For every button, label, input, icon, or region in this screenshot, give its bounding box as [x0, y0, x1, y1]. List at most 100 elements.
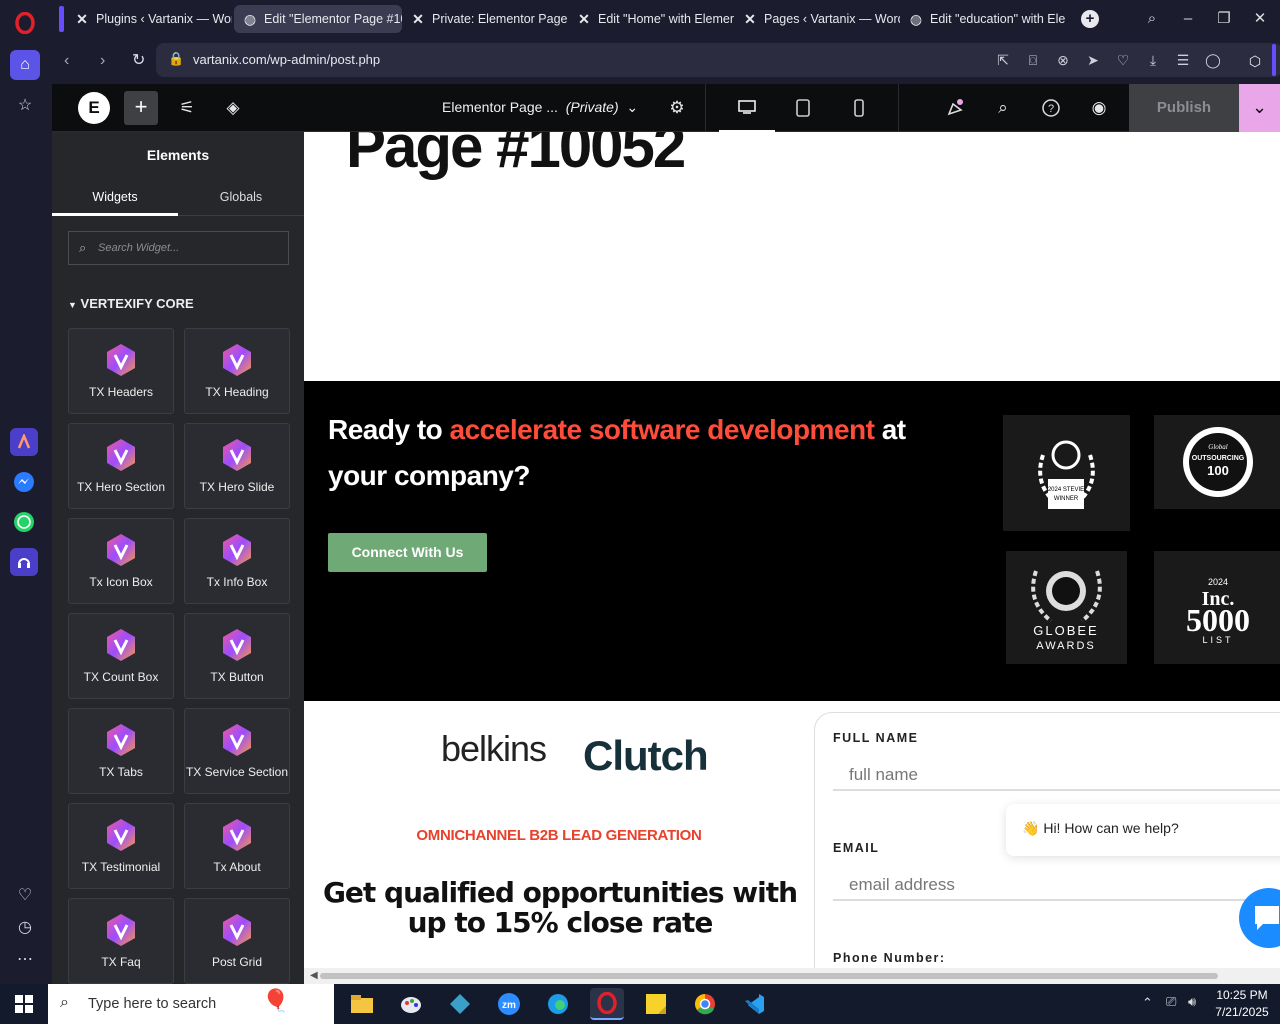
- cta-section[interactable]: Ready to accelerate software development…: [304, 381, 1280, 701]
- widget-card[interactable]: TX Tabs: [68, 708, 174, 794]
- site-settings-icon[interactable]: ⚟: [172, 84, 202, 132]
- widget-card[interactable]: Tx About: [184, 803, 290, 889]
- new-tab-button[interactable]: +: [1081, 10, 1099, 28]
- url-text[interactable]: vartanix.com/wp-admin/post.php: [193, 52, 380, 67]
- vertexify-logo-icon: [223, 534, 251, 566]
- tab-globals[interactable]: Globals: [178, 178, 304, 216]
- paint-app-icon[interactable]: [394, 988, 428, 1020]
- tab-edit-education[interactable]: ◍ Edit "education" with Elem: [900, 5, 1066, 33]
- taskbar-search-box[interactable]: ⌕ Type here to search 🎈: [48, 984, 334, 1024]
- windows-start-icon[interactable]: [6, 988, 42, 1020]
- heart-icon[interactable]: ♡: [10, 880, 40, 910]
- page-settings-gear-icon[interactable]: ⚙: [662, 84, 692, 132]
- star-icon[interactable]: ☆: [10, 90, 40, 120]
- share-icon[interactable]: ⇱: [994, 52, 1012, 69]
- opera-taskbar-icon[interactable]: [590, 988, 624, 1020]
- browser-sidebar: ⌂ ☆ ♡ ◷ ⋯: [0, 0, 52, 984]
- adblock-icon[interactable]: ⊗: [1054, 52, 1072, 69]
- widget-card[interactable]: Tx Icon Box: [68, 518, 174, 604]
- tray-chevron-icon[interactable]: ⌃: [1142, 995, 1153, 1011]
- extensions-icon[interactable]: ⬡: [1242, 48, 1268, 74]
- network-icon[interactable]: ⎚: [1166, 994, 1176, 1010]
- globe-icon: ◍: [243, 10, 257, 27]
- easy-setup-icon[interactable]: ☰: [1174, 52, 1192, 69]
- edge-browser-icon[interactable]: [541, 988, 575, 1020]
- publish-options-chevron-icon[interactable]: ⌄: [1239, 84, 1280, 132]
- preview-eye-icon[interactable]: ◉: [1084, 84, 1114, 132]
- cta-heading[interactable]: Ready to accelerate software development…: [328, 407, 928, 499]
- help-icon[interactable]: ?: [1036, 84, 1066, 132]
- widget-card[interactable]: Tx Info Box: [184, 518, 290, 604]
- restore-button[interactable]: ❐: [1213, 8, 1235, 30]
- widget-card[interactable]: TX Button: [184, 613, 290, 699]
- widget-card[interactable]: TX Faq: [68, 898, 174, 984]
- widget-card[interactable]: TX Hero Section: [68, 423, 174, 509]
- more-icon[interactable]: ⋯: [10, 944, 40, 974]
- aria-icon[interactable]: [10, 428, 38, 456]
- heart-bookmark-icon[interactable]: ♡: [1114, 52, 1132, 69]
- publish-button[interactable]: Publish: [1129, 84, 1239, 132]
- horizontal-scrollbar[interactable]: ◀: [304, 968, 1280, 984]
- eyebrow-text[interactable]: OMNICHANNEL B2B LEAD GENERATION: [304, 827, 814, 844]
- add-element-button[interactable]: +: [124, 91, 158, 125]
- history-icon[interactable]: ◷: [10, 912, 40, 942]
- minimize-button[interactable]: –: [1177, 8, 1199, 30]
- widget-card[interactable]: TX Hero Slide: [184, 423, 290, 509]
- notifications-icon[interactable]: [940, 84, 970, 132]
- search-tabs-icon[interactable]: ⌕: [1141, 8, 1163, 30]
- full-name-input[interactable]: full name: [833, 753, 1280, 791]
- tablet-view-icon[interactable]: [775, 84, 831, 132]
- structure-layers-icon[interactable]: ◈: [218, 84, 248, 132]
- page-heading[interactable]: Page #10052: [346, 132, 686, 181]
- elementor-logo-icon[interactable]: E: [78, 92, 110, 124]
- wave-icon: 👋: [1022, 820, 1040, 836]
- page-title[interactable]: Elementor Page ... (Private) ⌄: [442, 99, 638, 116]
- widget-card[interactable]: TX Heading: [184, 328, 290, 414]
- scroll-left-arrow-icon[interactable]: ◀: [310, 970, 318, 981]
- opera-logo-icon[interactable]: [10, 8, 40, 38]
- forward-button[interactable]: ›: [100, 52, 105, 70]
- tab-pages[interactable]: ✕ Pages ‹ Vartanix — WordP: [734, 5, 900, 33]
- address-bar[interactable]: 🔒 vartanix.com/wp-admin/post.php ⇱ ⌼ ⊗ ➤…: [156, 43, 1280, 77]
- volume-icon[interactable]: 🔊︎: [1188, 994, 1196, 1010]
- whatsapp-icon[interactable]: [10, 508, 38, 536]
- scrollbar-thumb[interactable]: [320, 973, 1218, 979]
- chat-bubble[interactable]: 👋 Hi! How can we help?: [1006, 804, 1280, 856]
- connect-with-us-button[interactable]: Connect With Us: [328, 533, 487, 572]
- widget-card[interactable]: Post Grid: [184, 898, 290, 984]
- back-button[interactable]: ‹: [64, 52, 69, 70]
- close-window-button[interactable]: ✕: [1249, 8, 1271, 30]
- sticky-notes-icon[interactable]: [639, 988, 673, 1020]
- tab-private-elementor-page[interactable]: ✕ Private: Elementor Page #: [402, 5, 568, 33]
- mobile-view-icon[interactable]: [831, 84, 887, 132]
- desktop-view-icon[interactable]: [719, 84, 775, 132]
- profile-icon[interactable]: ◯: [1204, 52, 1222, 69]
- app-diamond-icon[interactable]: [443, 988, 477, 1020]
- search-highlight-image-icon: 🎈: [262, 988, 290, 1013]
- tab-plugins[interactable]: ✕ Plugins ‹ Vartanix — Word: [66, 5, 232, 33]
- search-icon[interactable]: ⌕: [988, 84, 1018, 132]
- widget-card[interactable]: TX Service Section: [184, 708, 290, 794]
- vscode-icon[interactable]: [737, 988, 771, 1020]
- widget-card[interactable]: TX Testimonial: [68, 803, 174, 889]
- camera-icon[interactable]: ⌼: [1024, 52, 1042, 69]
- category-header[interactable]: ▼ VERTEXIFY CORE: [68, 296, 194, 311]
- download-icon[interactable]: ⤓: [1144, 52, 1162, 69]
- email-input[interactable]: email address: [833, 863, 1280, 901]
- clock[interactable]: 10:25 PM 7/21/2025: [1212, 987, 1272, 1021]
- chrome-icon[interactable]: [688, 988, 722, 1020]
- zoom-app-icon[interactable]: zm: [492, 988, 526, 1020]
- lead-headline[interactable]: Get qualified opportunities with up to 1…: [318, 878, 802, 938]
- tab-edit-home[interactable]: ✕ Edit "Home" with Element: [568, 5, 734, 33]
- widget-card[interactable]: TX Count Box: [68, 613, 174, 699]
- file-explorer-icon[interactable]: [345, 988, 379, 1020]
- widget-card[interactable]: TX Headers: [68, 328, 174, 414]
- messenger-icon[interactable]: [10, 468, 38, 496]
- search-widget-input[interactable]: ⌕ Search Widget...: [68, 231, 289, 265]
- home-icon[interactable]: ⌂: [10, 50, 40, 80]
- tab-edit-elementor-page[interactable]: ◍ Edit "Elementor Page #10: [234, 5, 402, 33]
- send-icon[interactable]: ➤: [1084, 52, 1102, 69]
- music-player-icon[interactable]: [10, 548, 38, 576]
- reload-button[interactable]: ↻: [132, 50, 145, 70]
- tab-widgets[interactable]: Widgets: [52, 178, 178, 216]
